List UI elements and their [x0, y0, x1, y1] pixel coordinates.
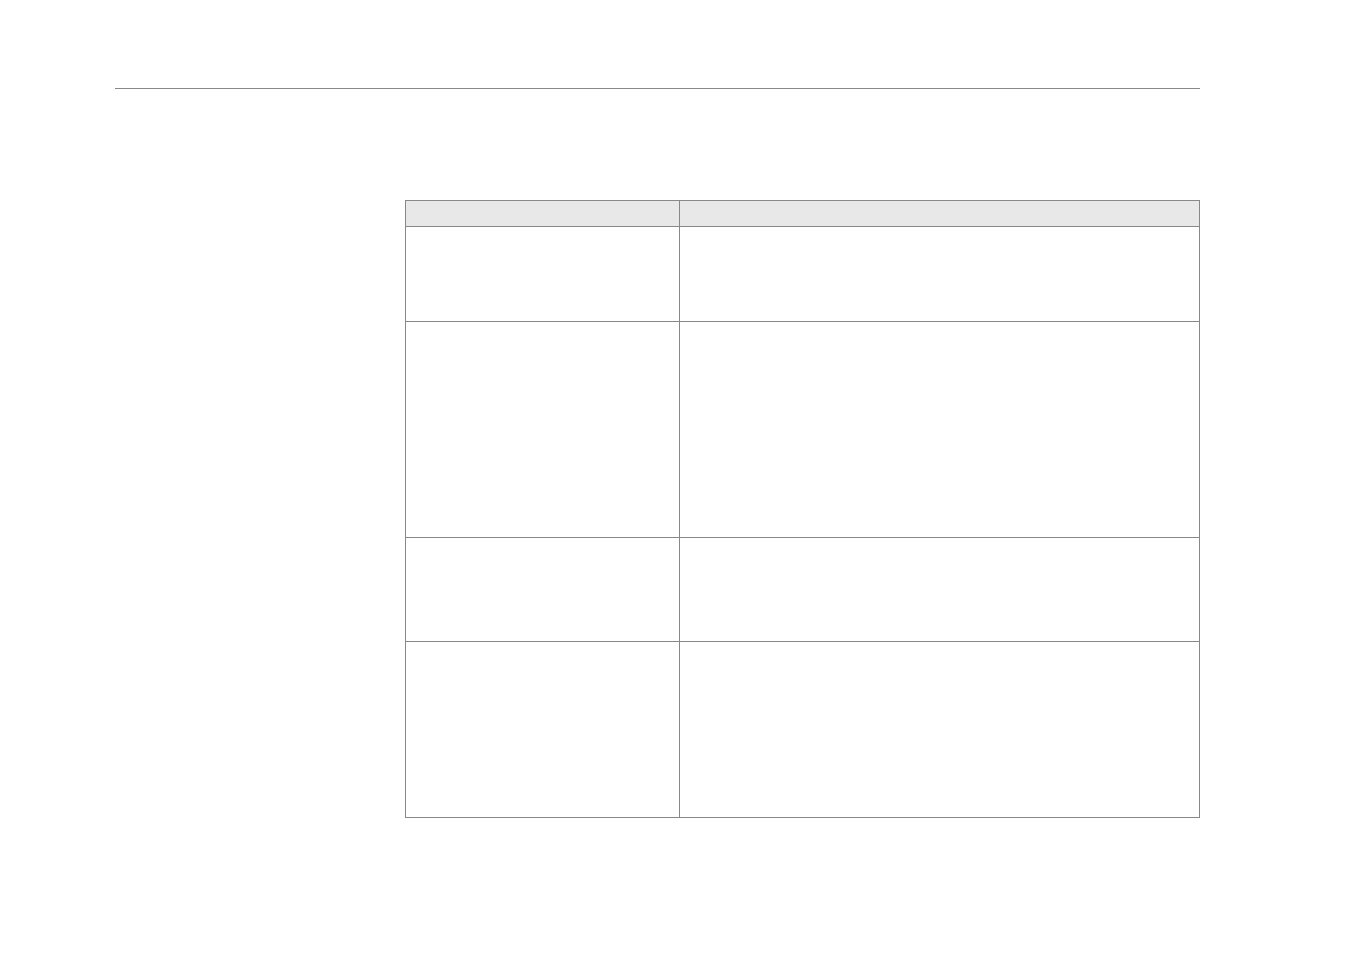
table-cell	[406, 538, 680, 642]
table-row	[406, 642, 1200, 818]
table-header-row	[406, 201, 1200, 227]
table-row	[406, 322, 1200, 538]
header-divider	[115, 88, 1200, 89]
table-cell	[406, 227, 680, 322]
table-cell	[679, 538, 1199, 642]
table-header-cell-1	[406, 201, 680, 227]
table-header-cell-2	[679, 201, 1199, 227]
table-cell	[679, 227, 1199, 322]
table-row	[406, 227, 1200, 322]
table-cell	[679, 642, 1199, 818]
table-row	[406, 538, 1200, 642]
table-cell	[406, 322, 680, 538]
main-table	[405, 200, 1200, 818]
main-table-container	[405, 200, 1200, 818]
table-cell	[679, 322, 1199, 538]
table-cell	[406, 642, 680, 818]
